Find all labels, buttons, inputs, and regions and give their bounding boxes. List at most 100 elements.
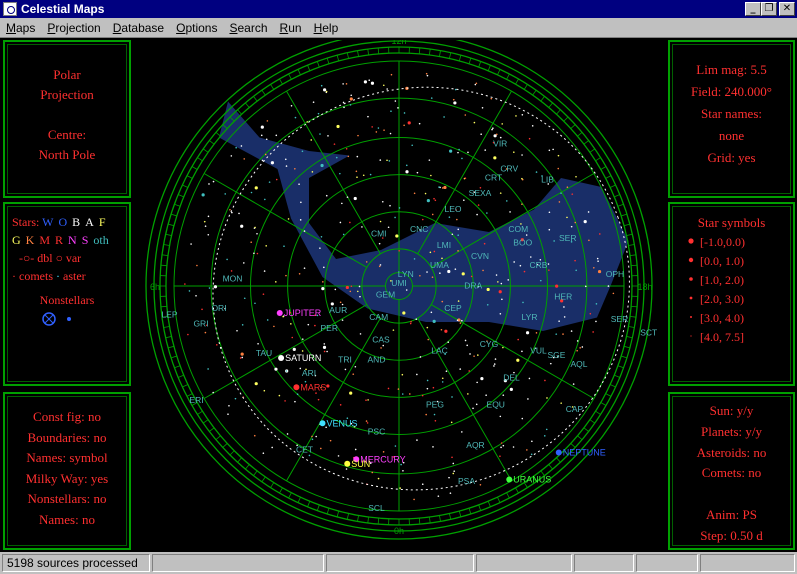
constellation-label: BOO: [513, 238, 532, 248]
constellation-label: LYR: [522, 312, 538, 322]
comets-label: comets: [19, 269, 53, 283]
constellation-label: DEL: [503, 373, 520, 383]
status-text: 5198 sources processed: [2, 554, 150, 572]
planet-marker[interactable]: [293, 384, 300, 391]
constellation-label: CMI: [371, 229, 387, 239]
hour-label: 6h: [150, 282, 160, 292]
constellation-label: SCT: [640, 328, 657, 338]
spectral-class-b: B: [72, 215, 81, 229]
lt-lines-line-0: Polar: [53, 67, 81, 82]
constellation-label: CRT: [485, 172, 502, 182]
menu-run[interactable]: Run: [274, 21, 308, 35]
app-icon: [3, 2, 17, 16]
constellation-label: ARI: [302, 368, 316, 378]
constellation-label: AND: [368, 355, 386, 365]
menu-database[interactable]: Database: [107, 21, 170, 35]
star-dot-icon: [689, 277, 693, 281]
constellation-label: CRV: [500, 163, 518, 173]
planet-marker[interactable]: [319, 420, 326, 427]
close-button[interactable]: ✕: [779, 2, 795, 16]
planet-marker[interactable]: [278, 355, 285, 361]
constellation-label: OPH: [606, 269, 624, 279]
star-dot-icon: [688, 257, 694, 263]
lb-lines-line-0: Const fig: no: [33, 409, 101, 424]
planet-label: SATURN: [285, 353, 321, 363]
spectral-class-n: N: [68, 233, 77, 247]
rb-lines-line-1: Planets: y/y: [700, 423, 763, 439]
constellation-label: CNC: [410, 224, 428, 234]
star-dot-icon: [688, 238, 694, 244]
constellation-label: CET: [296, 445, 313, 455]
rt-lines-line-2: Star names:: [700, 106, 762, 121]
lb-lines-line-4: Nonstellars: no: [27, 491, 107, 506]
spectral-class-s: S: [81, 233, 89, 247]
projection-panel: Polar Projection Centre: North Pole: [3, 40, 131, 198]
constellation-label: SCL: [368, 503, 385, 513]
hour-label: 12h: [391, 40, 406, 46]
constellation-label: GEM: [376, 289, 395, 299]
lb-lines-line-2: Names: symbol: [26, 450, 108, 465]
constellation-label: TAU: [256, 348, 272, 358]
nonstellars-label: Nonstellars: [39, 293, 95, 307]
planet-label: MARS: [300, 382, 326, 392]
lt-lines-line-2: [5, 105, 129, 125]
minimize-button[interactable]: _: [745, 2, 761, 16]
window-title: Celestial Maps: [21, 2, 105, 16]
star-symbols-title: Star symbols: [697, 215, 766, 230]
constellation-label: PSC: [368, 427, 385, 437]
asteroid-icon: ·: [56, 269, 60, 283]
constellation-label: CAS: [372, 334, 390, 344]
rb-lines-line-6: Step: 0.50 d: [700, 527, 763, 543]
menu-help[interactable]: Help: [308, 21, 345, 35]
planet-label: VENUS: [327, 418, 358, 428]
lb-lines-line-1: Boundaries: no: [27, 429, 107, 445]
menu-maps[interactable]: Maps: [0, 21, 41, 35]
constellation-label: LEP: [161, 310, 177, 320]
star-symbols-panel: Star symbols [-1.0,0.0) [0.0, 1.0) [1.0, 2…: [668, 202, 795, 386]
restore-button[interactable]: ❐: [761, 2, 777, 16]
aster-label: aster: [63, 269, 86, 283]
spectral-class-m: M: [39, 233, 51, 247]
planet-marker[interactable]: [506, 476, 513, 483]
menu-options[interactable]: Options: [170, 21, 223, 35]
planet-label: URANUS: [513, 475, 551, 485]
hour-label: 0h: [394, 526, 404, 536]
planet-label: SUN: [351, 459, 370, 469]
comet-icon: ·: [12, 269, 16, 283]
variable-star-icon: ○: [55, 251, 63, 265]
constellation-label: ORI: [211, 303, 226, 313]
constellation-label: VUL: [530, 346, 547, 356]
planet-marker[interactable]: [276, 310, 283, 316]
lb-lines-line-3: Milky Way: yes: [25, 470, 109, 486]
constellation-label: CAM: [369, 312, 388, 322]
sky-map[interactable]: CRVCRT VIR SEXA LEO COM LIB CNC LMI CVN BOO SER CMI…: [133, 40, 667, 552]
constellation-label: SEXA: [469, 188, 492, 198]
menu-bar: Maps Projection Database Options Search Run He…: [0, 18, 797, 38]
var-label: var: [65, 251, 82, 265]
constellation-label: CRB: [530, 260, 548, 270]
constellation-label: CAP: [566, 404, 584, 414]
legend-panel: Stars: WOBAF G K M R N Soth -○- dbl ○ var · c…: [3, 202, 131, 386]
constellation-label: ERI: [189, 395, 203, 405]
rb-lines-line-3: Comets: no: [701, 465, 762, 481]
lt-lines-line-4: North Pole: [38, 147, 96, 162]
title-bar: Celestial Maps _ ❐ ✕: [0, 0, 797, 18]
rb-lines-line-2: Asteroids: no: [696, 444, 767, 460]
planet-marker[interactable]: [344, 460, 351, 467]
planet-marker[interactable]: [555, 449, 562, 456]
star-dot-icon: [690, 316, 692, 318]
constellation-label: PSA: [458, 476, 475, 486]
star-dot-icon: [690, 335, 692, 337]
spectral-class-oth: oth: [93, 233, 109, 247]
constellation-label: LEO: [444, 204, 461, 214]
rt-lines-line-4: Grid: yes: [707, 150, 756, 165]
nonstellar-symbols-icon: [42, 312, 71, 326]
menu-projection[interactable]: Projection: [41, 21, 106, 35]
constellation-label: AQL: [570, 359, 587, 369]
constellation-label: AUR: [329, 305, 347, 315]
constellation-label: COM: [508, 224, 528, 234]
constellation-label: PEG: [426, 400, 444, 410]
menu-search[interactable]: Search: [223, 21, 273, 35]
constellation-label: CVN: [471, 251, 489, 261]
rt-lines-line-3: none: [718, 128, 745, 143]
